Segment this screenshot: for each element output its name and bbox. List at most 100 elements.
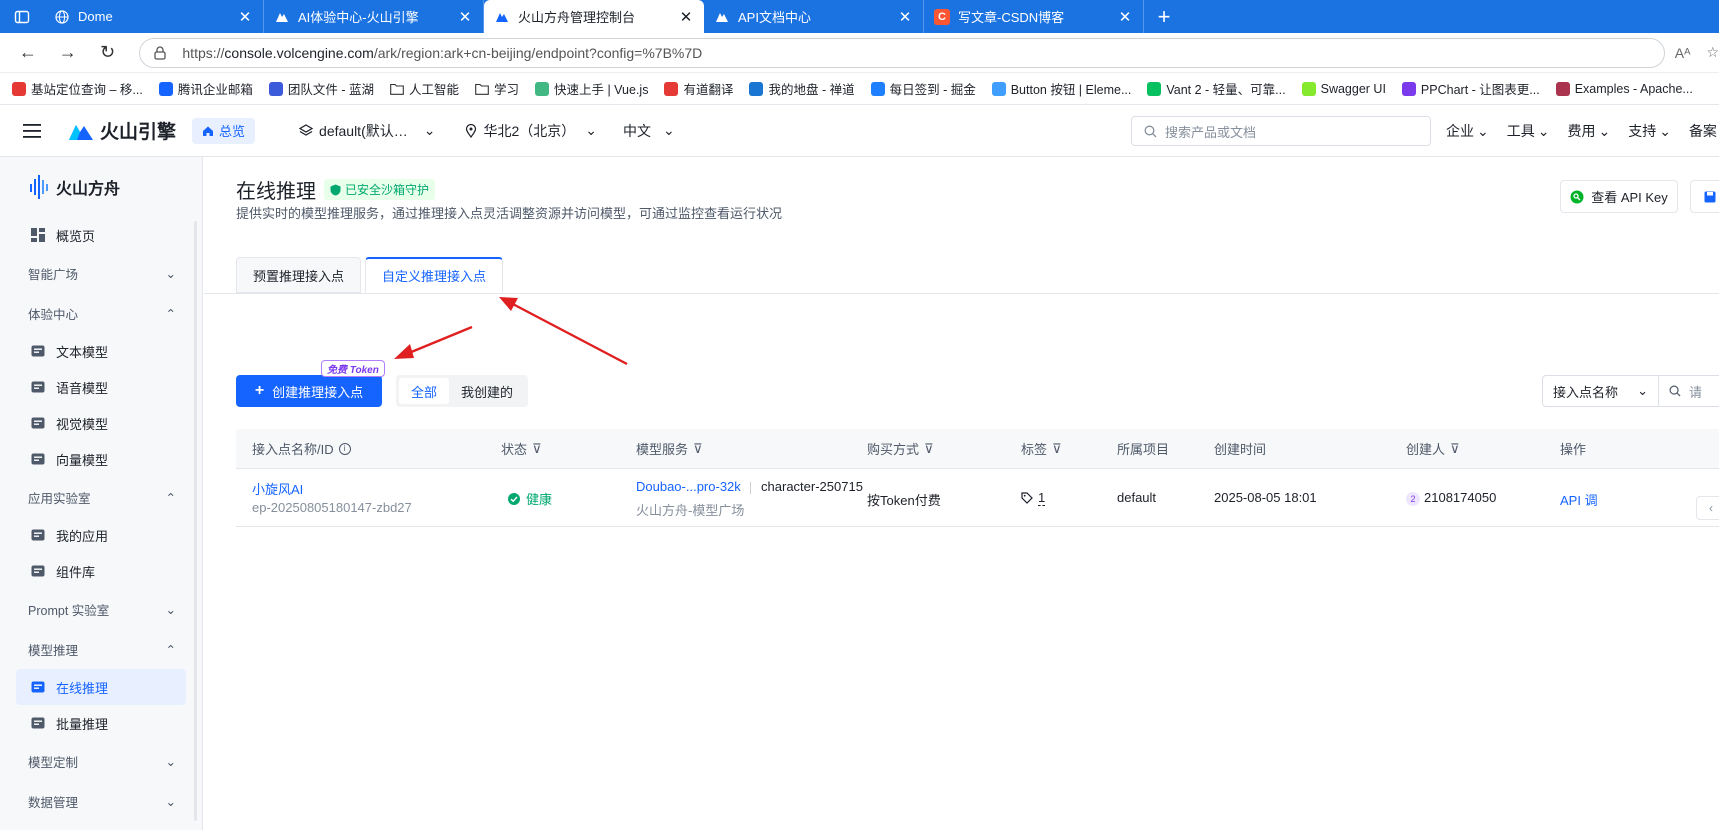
- bookmark-item[interactable]: 学习: [475, 79, 519, 98]
- info-icon[interactable]: i: [338, 442, 351, 455]
- project-select[interactable]: default(默认… ⌄: [299, 121, 435, 141]
- sidebar-item[interactable]: 批量推理: [16, 705, 186, 741]
- close-tab-icon[interactable]: ✕: [897, 8, 913, 26]
- menu-billing[interactable]: 费用 ⌄: [1567, 121, 1610, 141]
- url-path: /ark/region:ark+cn-beijing/endpoint?conf…: [373, 44, 703, 61]
- model-name-link[interactable]: Doubao-...pro-32k: [636, 479, 741, 494]
- segment-mine[interactable]: 我创建的: [449, 378, 525, 404]
- menu-support[interactable]: 支持 ⌄: [1628, 121, 1671, 141]
- filter-icon[interactable]: ⊽: [1450, 441, 1460, 457]
- sidebar-group-header[interactable]: 应用实验室 ⌃: [16, 477, 186, 517]
- region-select[interactable]: 华北2（北京） ⌄: [465, 121, 597, 141]
- browser-tab-active[interactable]: 火山方舟管理控制台 ✕: [484, 0, 704, 33]
- filter-icon[interactable]: ⊽: [532, 441, 542, 457]
- browser-tab[interactable]: Dome ✕: [44, 0, 264, 33]
- volcengine-icon: [274, 9, 290, 25]
- volcengine-logo[interactable]: 火山引擎: [68, 117, 176, 144]
- sandbox-badge[interactable]: 已安全沙箱守护: [324, 179, 436, 200]
- tab-custom-endpoints[interactable]: 自定义推理接入点: [365, 257, 504, 293]
- sidebar-item[interactable]: 在线推理: [16, 669, 186, 705]
- bookmark-label: 快速上手 | Vue.js: [553, 83, 649, 97]
- tags-cell[interactable]: 1: [1021, 490, 1046, 506]
- tab-actions-icon[interactable]: [0, 0, 44, 33]
- browser-tab[interactable]: AI体验中心-火山引擎 ✕: [264, 0, 484, 33]
- view-api-key-button[interactable]: 查看 API Key: [1560, 180, 1678, 213]
- menu-enterprise[interactable]: 企业 ⌄: [1446, 121, 1489, 141]
- bookmark-favicon-icon: [534, 81, 549, 96]
- pagination-prev-button[interactable]: ‹: [1696, 496, 1719, 520]
- sidebar-item[interactable]: 向量模型: [16, 441, 186, 477]
- cut-off-button[interactable]: [1690, 180, 1719, 213]
- menu-tools[interactable]: 工具 ⌄: [1507, 121, 1550, 141]
- sidebar-brand[interactable]: 火山方舟: [0, 157, 202, 217]
- column-header-model: 模型服务 ⊽: [636, 439, 703, 458]
- bookmark-item[interactable]: Button 按钮 | Eleme...: [991, 79, 1131, 98]
- bookmark-item[interactable]: 基站定位查询 – 移...: [12, 79, 143, 98]
- hamburger-menu-icon[interactable]: [18, 123, 46, 139]
- segment-all[interactable]: 全部: [399, 378, 450, 404]
- browser-tab[interactable]: C 写文章-CSDN博客 ✕: [924, 0, 1144, 33]
- overview-home-button[interactable]: 总览: [192, 117, 256, 144]
- bookmark-item[interactable]: 我的地盘 - 禅道: [749, 79, 855, 98]
- api-call-link[interactable]: API 调: [1560, 490, 1598, 509]
- bookmark-item[interactable]: Swagger UI: [1301, 81, 1386, 96]
- filter-search-input[interactable]: 请: [1659, 382, 1702, 401]
- back-arrow-icon[interactable]: ←: [8, 33, 48, 73]
- bookmark-item[interactable]: 团队文件 - 蓝湖: [268, 79, 374, 98]
- close-tab-icon[interactable]: ✕: [1117, 8, 1133, 26]
- read-aloud-icon[interactable]: Aᴬ: [1675, 45, 1691, 61]
- bookmark-item[interactable]: 腾讯企业邮箱: [158, 79, 253, 98]
- bookmark-item[interactable]: 快速上手 | Vue.js: [534, 79, 649, 98]
- bookmark-item[interactable]: 有道翻译: [664, 79, 733, 98]
- search-icon: [1669, 385, 1681, 397]
- close-tab-icon[interactable]: ✕: [457, 8, 473, 26]
- project-select-value: default(默认…: [319, 122, 408, 139]
- endpoint-name-link[interactable]: 小旋风AI: [252, 479, 303, 498]
- sidebar-item[interactable]: 文本模型: [16, 333, 186, 369]
- lock-icon[interactable]: [152, 45, 168, 61]
- bookmark-label: Swagger UI: [1320, 81, 1386, 96]
- sidebar-group-header[interactable]: Prompt 实验室 ⌄: [16, 589, 186, 629]
- bookmark-item[interactable]: 每日签到 - 掘金: [870, 79, 976, 98]
- url-field[interactable]: https://console.volcengine.com/ark/regio…: [139, 37, 1665, 68]
- filter-icon[interactable]: ⊽: [924, 441, 934, 457]
- close-tab-icon[interactable]: ✕: [237, 8, 253, 26]
- menu-filing[interactable]: 备案: [1689, 121, 1717, 141]
- sidebar-group-header[interactable]: 数据管理 ⌄: [16, 781, 186, 821]
- sidebar-group-header[interactable]: 模型推理 ⌃: [16, 629, 186, 669]
- sidebar-group-header[interactable]: 模型定制 ⌄: [16, 741, 186, 781]
- create-endpoint-button[interactable]: + 创建推理接入点: [236, 375, 382, 407]
- new-tab-icon[interactable]: +: [1144, 0, 1184, 33]
- filter-icon[interactable]: ⊽: [693, 441, 703, 457]
- main-content: 在线推理 已安全沙箱守护 提供实时的模型推理服务，通过推理接入点灵活调整资源并访…: [204, 157, 1719, 830]
- column-header-label: 所属项目: [1117, 442, 1170, 457]
- sidebar-item[interactable]: 语音模型: [16, 369, 186, 405]
- sidebar-scrollbar[interactable]: [194, 221, 197, 821]
- bookmark-item[interactable]: Vant 2 - 轻量、可靠...: [1147, 79, 1286, 98]
- filter-field-select[interactable]: 接入点名称 ⌄: [1543, 376, 1659, 406]
- sidebar-item[interactable]: 我的应用: [16, 517, 186, 553]
- sidebar-item[interactable]: 视觉模型: [16, 405, 186, 441]
- tag-icon: [1021, 492, 1033, 504]
- forward-arrow-icon[interactable]: →: [48, 33, 88, 73]
- bookmark-item[interactable]: PPChart - 让图表更...: [1401, 79, 1540, 98]
- language-select[interactable]: 中文 ⌄: [623, 121, 675, 141]
- reload-icon[interactable]: ↻: [88, 33, 128, 73]
- favorite-star-icon[interactable]: ☆: [1706, 44, 1719, 61]
- sidebar-group-header[interactable]: 体验中心 ⌃: [16, 293, 186, 333]
- sidebar-item-overview[interactable]: 概览页: [16, 217, 186, 253]
- bookmark-item[interactable]: Examples - Apache...: [1555, 81, 1693, 96]
- tab-preset-endpoints[interactable]: 预置推理接入点: [236, 257, 362, 293]
- browser-tab[interactable]: API文档中心 ✕: [704, 0, 924, 33]
- menu-label: 企业: [1446, 123, 1474, 139]
- sidebar-group-header[interactable]: 智能广场 ⌄: [16, 253, 186, 293]
- sidebar-item[interactable]: 组件库: [16, 553, 186, 589]
- chevron-down-icon: ⌄: [1477, 122, 1489, 139]
- column-header-purchase: 购买方式 ⊽: [867, 439, 934, 458]
- creator-filter-segmented: 全部 我创建的: [396, 375, 529, 407]
- global-search-input[interactable]: 搜索产品或文档: [1131, 116, 1431, 146]
- filter-icon[interactable]: ⊽: [1052, 441, 1062, 457]
- bookmark-item[interactable]: 人工智能: [390, 79, 459, 98]
- sidebar-item-label: 概览页: [56, 228, 96, 244]
- close-tab-icon[interactable]: ✕: [678, 8, 694, 26]
